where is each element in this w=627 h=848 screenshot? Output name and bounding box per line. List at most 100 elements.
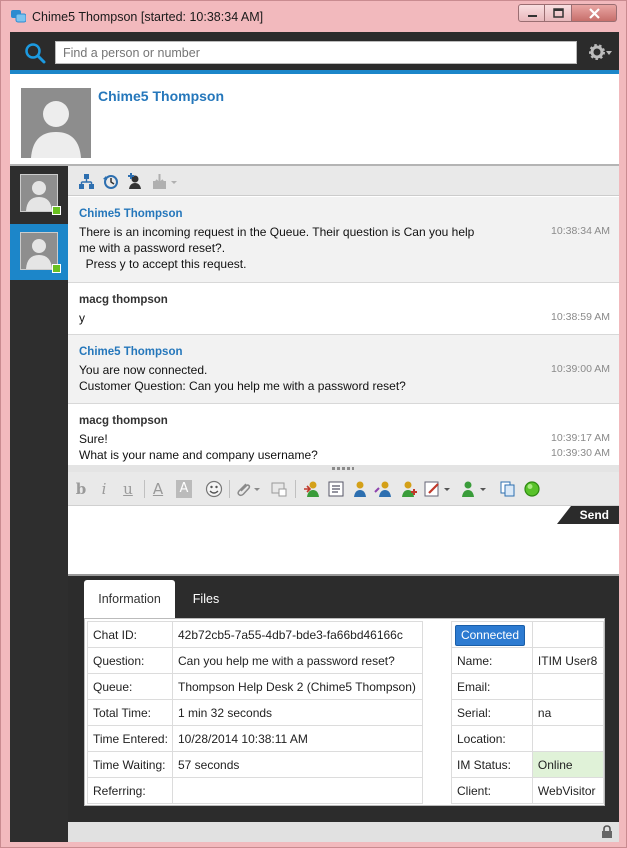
online-status-icon[interactable] [523,480,541,498]
info-label: Name: [451,647,533,674]
message-text: y [79,311,85,325]
table-row: IM Status: Online [451,751,605,778]
tab-information[interactable]: Information [84,580,175,618]
highlight-button[interactable]: A [176,480,192,498]
font-color-button[interactable]: A [150,480,166,498]
connected-button[interactable]: Connected [455,625,525,646]
message-sender: macg thompson [79,294,168,306]
toolbar-separator [144,480,145,498]
search-icon[interactable] [24,42,46,64]
info-value: na [531,699,605,726]
search-input[interactable] [55,41,577,64]
table-row: Referring: [87,777,423,804]
im-status-value: Online [531,751,605,778]
info-label: Question: [87,647,173,674]
attach-file-icon[interactable] [234,480,264,498]
info-label: Chat ID: [87,621,173,648]
info-value: 42b72cb5-7a55-4db7-bde3-fa66bd46166c [172,621,423,648]
window-title: Chime5 Thompson [started: 10:38:34 AM] [32,10,264,24]
splitter-grip-icon[interactable] [332,467,354,470]
lock-icon [602,825,612,838]
table-row: Queue: Thompson Help Desk 2 (Chime5 Thomp… [87,673,423,700]
info-label: Total Time: [87,699,173,726]
conversation-item[interactable] [10,166,68,222]
info-label: Client: [451,777,533,804]
message-sender: Chime5 Thompson [79,346,183,358]
format-toolbar: b i u A A [68,472,619,506]
message-sender: macg thompson [79,415,168,427]
information-content: Chat ID: 42b72cb5-7a55-4db7-bde3-fa66bd46… [84,618,605,806]
minimize-button[interactable] [518,4,545,22]
underline-button[interactable]: u [120,480,136,498]
message-text: You are now connected. [79,363,208,377]
info-label: IM Status: [451,751,533,778]
conversation-rail [10,166,68,842]
close-button[interactable] [572,4,617,22]
form-icon[interactable] [327,480,345,498]
table-row: Email: [451,673,605,700]
message-time: 10:38:34 AM [551,225,610,237]
chat-transcript: Chime5 Thompson There is an incoming req… [68,197,619,465]
title-bar[interactable]: Chime5 Thompson [started: 10:38:34 AM] [1,1,626,31]
conversation-toolbar [68,166,619,196]
table-row: Location: [451,725,605,752]
toolbar-separator [295,480,296,498]
info-label: Location: [451,725,533,752]
chat-info-table: Chat ID: 42b72cb5-7a55-4db7-bde3-fa66bd46… [87,621,423,804]
chat-splitter[interactable] [68,465,619,472]
chat-message: Chime5 Thompson There is an incoming req… [68,197,619,283]
chat-message: macg thompson Sure! What is your name an… [68,404,619,465]
edit-note-dropdown-icon[interactable] [424,480,454,498]
user-info-icon[interactable] [351,480,369,498]
info-value: Can you help me with a password reset? [172,647,423,674]
conversation-item-active[interactable] [10,224,68,280]
info-label: Email: [451,673,533,700]
maximize-button[interactable] [545,4,572,22]
table-row: Client: WebVisitor [451,777,605,804]
avatar [20,232,61,273]
history-icon[interactable] [102,173,119,190]
info-panel: Information Files Chat ID: 42b72cb5-7a55-… [68,576,619,822]
online-status-icon [52,264,61,273]
table-row: Chat ID: 42b72cb5-7a55-4db7-bde3-fa66bd46… [87,621,423,648]
copy-icon[interactable] [499,480,517,498]
table-row: Time Waiting: 57 seconds [87,751,423,778]
info-value: Thompson Help Desk 2 (Chime5 Thompson) [172,673,423,700]
org-chart-icon[interactable] [78,173,95,190]
toolbar-separator [229,480,230,498]
message-text: What is your name and company username? [79,448,318,462]
info-label: Time Entered: [87,725,173,752]
info-label: Queue: [87,673,173,700]
table-row: Connected [451,621,605,648]
message-compose-area[interactable]: Send [68,506,619,576]
status-dropdown-icon[interactable] [460,480,490,498]
screenshot-icon[interactable] [270,480,288,498]
add-person-icon[interactable] [126,173,143,190]
tab-files[interactable]: Files [178,580,234,618]
transfer-person-icon[interactable] [303,480,321,498]
info-value [531,673,605,700]
app-window: Chime5 Thompson [started: 10:38:34 AM] F… [0,0,627,848]
info-label: Time Waiting: [87,751,173,778]
contact-name[interactable]: Chime5 Thompson [98,88,224,104]
italic-button[interactable]: i [96,480,112,498]
client-info-table: Connected Name: ITIM User8 Email: Serial:… [451,621,605,804]
info-value: WebVisitor [531,777,605,804]
info-label: Referring: [87,777,173,804]
table-row: Serial: na [451,699,605,726]
info-value [531,725,605,752]
bold-button[interactable]: b [73,480,89,498]
table-row: Total Time: 1 min 32 seconds [87,699,423,726]
agent-assist-icon[interactable] [374,480,392,498]
message-time: 10:39:00 AM [551,363,610,375]
message-text: Customer Question: Can you help me with … [79,379,406,393]
avatar [20,174,61,215]
info-value: 57 seconds [172,751,423,778]
emoticon-icon[interactable] [205,480,223,498]
transfer-dropdown-icon[interactable] [152,173,180,190]
send-button[interactable]: Send [557,506,619,524]
add-participant-icon[interactable] [399,480,417,498]
search-bar [10,32,619,74]
message-text: me with a password reset?. [79,241,226,255]
settings-gear-icon[interactable] [588,42,612,62]
